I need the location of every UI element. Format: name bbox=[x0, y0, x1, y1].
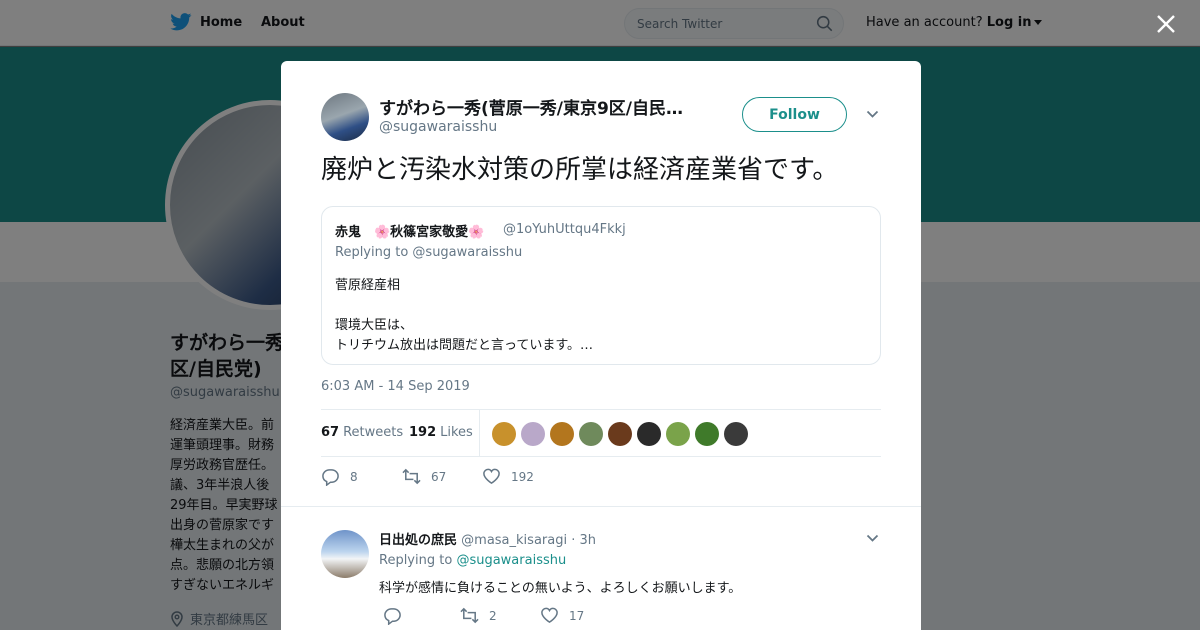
liker-avatar[interactable] bbox=[695, 422, 719, 446]
liker-avatar[interactable] bbox=[550, 422, 574, 446]
heart-icon bbox=[541, 607, 558, 624]
retweet-action[interactable]: 2 bbox=[460, 606, 497, 625]
like-action[interactable]: 192 bbox=[482, 467, 534, 486]
retweet-count: 67 bbox=[431, 469, 447, 484]
liker-avatar[interactable] bbox=[608, 422, 632, 446]
chevron-down-icon[interactable] bbox=[866, 109, 879, 119]
likes-label: Likes bbox=[440, 425, 473, 440]
retweets-stat[interactable]: 67 Retweets bbox=[321, 425, 403, 440]
reply-icon bbox=[322, 469, 339, 486]
likes-count: 192 bbox=[409, 425, 437, 440]
reply-count: 8 bbox=[350, 469, 358, 484]
stats-divider bbox=[479, 410, 480, 456]
retweet-count: 2 bbox=[489, 608, 497, 623]
like-action[interactable]: 17 bbox=[540, 606, 584, 625]
liker-avatar[interactable] bbox=[521, 422, 545, 446]
close-icon[interactable] bbox=[1155, 13, 1177, 35]
reply-icon bbox=[384, 608, 401, 625]
likes-stat[interactable]: 192 Likes bbox=[409, 425, 473, 440]
reply-replying-to: Replying to @sugawaraisshu bbox=[379, 553, 566, 568]
replies-divider bbox=[281, 506, 921, 516]
author-name[interactable]: すがわら一秀(菅原一秀/東京9区/自民… bbox=[379, 94, 699, 119]
quote-text-line: 環境大臣は、 bbox=[335, 318, 414, 333]
reply-action[interactable] bbox=[383, 606, 412, 625]
retweet-action[interactable]: 67 bbox=[402, 467, 446, 486]
like-count: 192 bbox=[511, 469, 534, 484]
like-count: 17 bbox=[569, 608, 585, 623]
quote-author-name: 赤鬼 🌸秋篠宮家敬愛🌸 bbox=[335, 225, 485, 240]
quote-author-handle: @1oYuhUttqu4Fkkj bbox=[503, 222, 626, 237]
author-handle[interactable]: @sugawaraisshu bbox=[379, 119, 497, 135]
quote-text-line: 菅原経産相 bbox=[335, 278, 401, 293]
liker-avatar[interactable] bbox=[666, 422, 690, 446]
replying-prefix: Replying to bbox=[379, 553, 453, 568]
retweets-count: 67 bbox=[321, 425, 340, 440]
reply-text: 科学が感情に負けることの無いよう、よろしくお願いします。 bbox=[379, 581, 742, 596]
follow-button[interactable]: Follow bbox=[742, 97, 847, 132]
reply-action[interactable]: 8 bbox=[321, 467, 358, 486]
retweet-icon bbox=[402, 468, 421, 485]
reply-author-avatar[interactable] bbox=[321, 530, 369, 578]
quote-replying-to: Replying to @sugawaraisshu bbox=[335, 245, 523, 260]
quoted-tweet[interactable]: 赤鬼 🌸秋篠宮家敬愛🌸 @1oYuhUttqu4Fkkj Replying to… bbox=[321, 206, 881, 365]
liker-avatar[interactable] bbox=[579, 422, 603, 446]
liker-avatar[interactable] bbox=[492, 422, 516, 446]
reply-header: 日出処の庶民 @masa_kisaragi · 3h bbox=[379, 529, 596, 548]
reply-author-handle[interactable]: @masa_kisaragi bbox=[461, 533, 567, 548]
replying-handle-link[interactable]: @sugawaraisshu bbox=[456, 553, 566, 568]
tweet-stats: 67 Retweets 192 Likes bbox=[321, 409, 881, 457]
liker-avatar[interactable] bbox=[637, 422, 661, 446]
liker-avatar[interactable] bbox=[724, 422, 748, 446]
retweet-icon bbox=[460, 607, 479, 624]
tweet-modal: すがわら一秀(菅原一秀/東京9区/自民… @sugawaraisshu Foll… bbox=[281, 61, 921, 630]
heart-icon bbox=[483, 468, 500, 485]
chevron-down-icon[interactable] bbox=[866, 533, 879, 543]
reply-author-name[interactable]: 日出処の庶民 bbox=[379, 533, 457, 548]
author-avatar[interactable] bbox=[321, 93, 369, 141]
reply-time[interactable]: · 3h bbox=[571, 533, 596, 548]
tweet-actions: 8 67 192 bbox=[321, 467, 881, 493]
tweet-timestamp[interactable]: 6:03 AM - 14 Sep 2019 bbox=[321, 379, 470, 394]
quote-text-line: トリチウム放出は問題だと言っています。… bbox=[335, 338, 594, 353]
retweets-label: Retweets bbox=[343, 425, 404, 440]
reply-actions: 2 17 bbox=[379, 606, 879, 628]
tweet-text: 廃炉と汚染水対策の所掌は経済産業省です。 bbox=[321, 155, 839, 185]
